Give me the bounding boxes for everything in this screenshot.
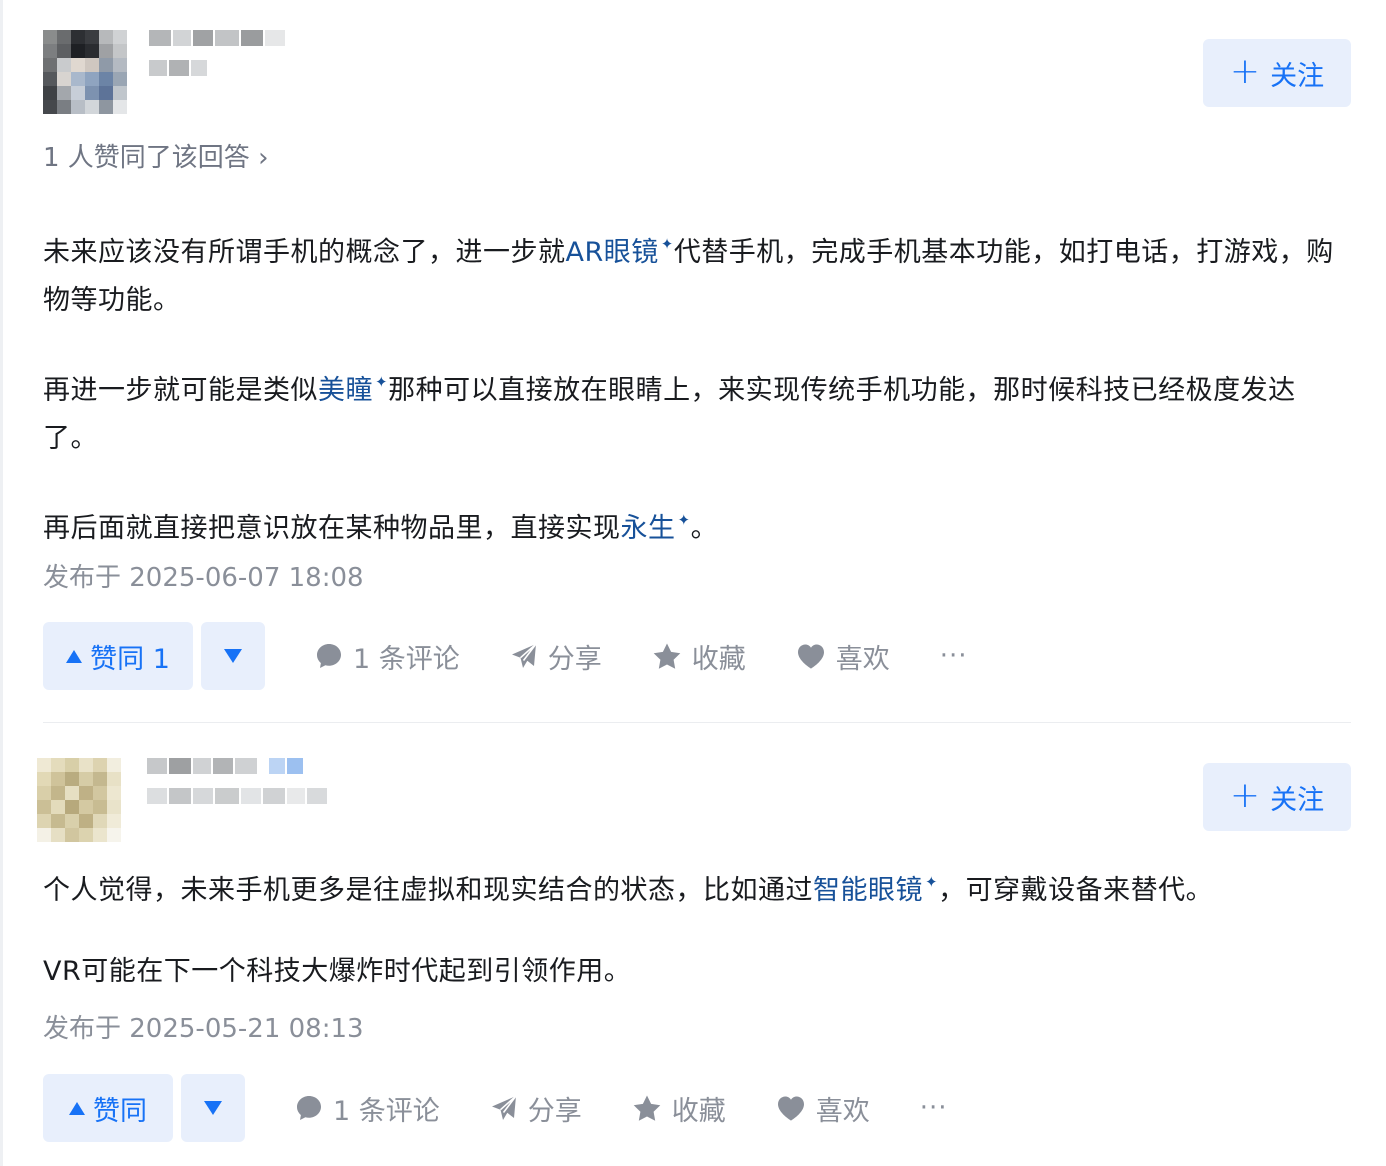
comment-label: 1 条评论	[353, 643, 460, 675]
author-name-blurred[interactable]	[149, 30, 285, 46]
keyword-link-ar-glasses[interactable]: AR眼镜 ✦	[565, 235, 674, 268]
publish-time[interactable]: 发布于 2025-05-21 08:13	[43, 1013, 364, 1045]
paragraph-text: 再后面就直接把意识放在某种物品里，直接实现	[43, 513, 621, 544]
sparkle-icon: ✦	[375, 373, 389, 391]
collect-button[interactable]: 收藏	[652, 637, 746, 676]
more-options-button[interactable]: ···	[920, 1093, 948, 1123]
avatar[interactable]	[43, 30, 127, 114]
like-button[interactable]: 喜欢	[776, 1089, 870, 1128]
sparkle-icon: ✦	[925, 873, 939, 891]
keyword-text: 永生	[620, 513, 676, 544]
paragraph-text: 个人觉得，未来手机更多是往虚拟和现实结合的状态，比如通过	[43, 875, 813, 906]
author-header: + 关注	[43, 30, 1351, 130]
follow-label: 关注	[1270, 784, 1325, 816]
heart-icon	[797, 644, 824, 669]
upvote-button[interactable]: 赞同	[43, 1074, 173, 1142]
comment-button[interactable]: 1 条评论	[315, 637, 460, 676]
sparkle-icon: ✦	[677, 511, 691, 529]
comment-label: 1 条评论	[333, 1095, 440, 1127]
share-icon	[491, 1095, 517, 1120]
collect-label: 收藏	[671, 1095, 726, 1127]
like-label: 喜欢	[815, 1095, 870, 1127]
heart-icon	[777, 1096, 804, 1121]
paragraph-text: 未来应该没有所谓手机的概念了，进一步就	[43, 237, 566, 268]
answer-feed: + 关注 1 人赞同了该回答 › 未来应该没有所谓手机的概念了，进一步就AR眼镜…	[0, 0, 1386, 1166]
author-info-blurred	[147, 758, 327, 804]
upvote-label: 赞同 1	[90, 643, 170, 675]
author-bio-blurred	[147, 788, 327, 804]
downvote-button[interactable]	[201, 622, 265, 690]
follow-label: 关注	[1270, 60, 1325, 92]
answer-card: + 关注 个人觉得，未来手机更多是往虚拟和现实结合的状态，比如通过智能眼镜 ✦，可…	[37, 758, 1351, 1142]
plus-icon: +	[1229, 774, 1261, 816]
author-info-blurred	[149, 30, 285, 76]
keyword-text: 智能眼镜	[813, 875, 923, 906]
answer-paragraph: VR可能在下一个科技大爆炸时代起到引领作用。	[43, 956, 632, 987]
like-label: 喜欢	[835, 643, 890, 675]
follow-button[interactable]: + 关注	[1203, 763, 1351, 831]
left-border	[0, 0, 3, 1166]
action-bar: 赞同 1 条评论 分享 收藏 喜欢 ···	[43, 1074, 948, 1142]
share-label: 分享	[547, 643, 602, 675]
downvote-icon	[224, 649, 242, 663]
answer-paragraph: 个人觉得，未来手机更多是往虚拟和现实结合的状态，比如通过智能眼镜 ✦，可穿戴设备来…	[43, 858, 1343, 915]
author-header: + 关注	[37, 758, 1351, 858]
avatar[interactable]	[37, 758, 121, 842]
downvote-icon	[204, 1101, 222, 1115]
like-button[interactable]: 喜欢	[796, 637, 890, 676]
downvote-button[interactable]	[181, 1074, 245, 1142]
comment-button[interactable]: 1 条评论	[295, 1089, 440, 1128]
star-icon	[633, 1095, 661, 1121]
share-button[interactable]: 分享	[490, 1089, 582, 1128]
collect-button[interactable]: 收藏	[632, 1089, 726, 1128]
answer-paragraph: 再后面就直接把意识放在某种物品里，直接实现永生 ✦。	[43, 496, 1343, 553]
collect-label: 收藏	[691, 643, 746, 675]
star-icon	[653, 643, 681, 669]
author-bio-blurred	[149, 60, 285, 76]
paragraph-text: ，可穿戴设备来替代。	[938, 875, 1214, 906]
upvote-icon	[69, 1101, 85, 1115]
answer-divider	[43, 722, 1351, 723]
follow-button[interactable]: + 关注	[1203, 39, 1351, 107]
answer-paragraph: 未来应该没有所谓手机的概念了，进一步就AR眼镜 ✦代替手机，完成手机基本功能，如打…	[43, 220, 1343, 325]
upvote-label: 赞同	[93, 1095, 147, 1127]
upvote-button[interactable]: 赞同 1	[43, 622, 193, 690]
keyword-link-smart-glasses[interactable]: 智能眼镜 ✦	[813, 873, 939, 906]
author-name-blurred[interactable]	[147, 758, 327, 774]
upvote-note-link[interactable]: 1 人赞同了该回答 ›	[43, 142, 268, 174]
share-icon	[511, 643, 537, 668]
action-bar: 赞同 1 1 条评论 分享 收藏 喜欢 ···	[43, 622, 968, 690]
share-label: 分享	[527, 1095, 582, 1127]
answer-card: + 关注 1 人赞同了该回答 › 未来应该没有所谓手机的概念了，进一步就AR眼镜…	[43, 30, 1351, 690]
keyword-link-immortality[interactable]: 永生 ✦	[620, 511, 691, 544]
upvote-icon	[66, 649, 83, 663]
keyword-text: 美瞳	[318, 375, 373, 406]
answer-paragraph: 再进一步就可能是类似美瞳 ✦那种可以直接放在眼睛上，来实现传统手机功能，那时候科技…	[43, 358, 1343, 463]
more-options-button[interactable]: ···	[940, 641, 968, 671]
paragraph-text: 。	[690, 513, 719, 544]
comment-icon	[297, 1096, 321, 1120]
publish-time[interactable]: 发布于 2025-06-07 18:08	[43, 562, 364, 594]
share-button[interactable]: 分享	[510, 637, 602, 676]
comment-icon	[317, 644, 341, 668]
keyword-link-contact-lens[interactable]: 美瞳 ✦	[318, 373, 389, 406]
paragraph-text: 再进一步就可能是类似	[43, 375, 318, 406]
keyword-text: AR眼镜	[565, 237, 659, 268]
plus-icon: +	[1229, 50, 1261, 92]
sparkle-icon: ✦	[660, 235, 674, 253]
